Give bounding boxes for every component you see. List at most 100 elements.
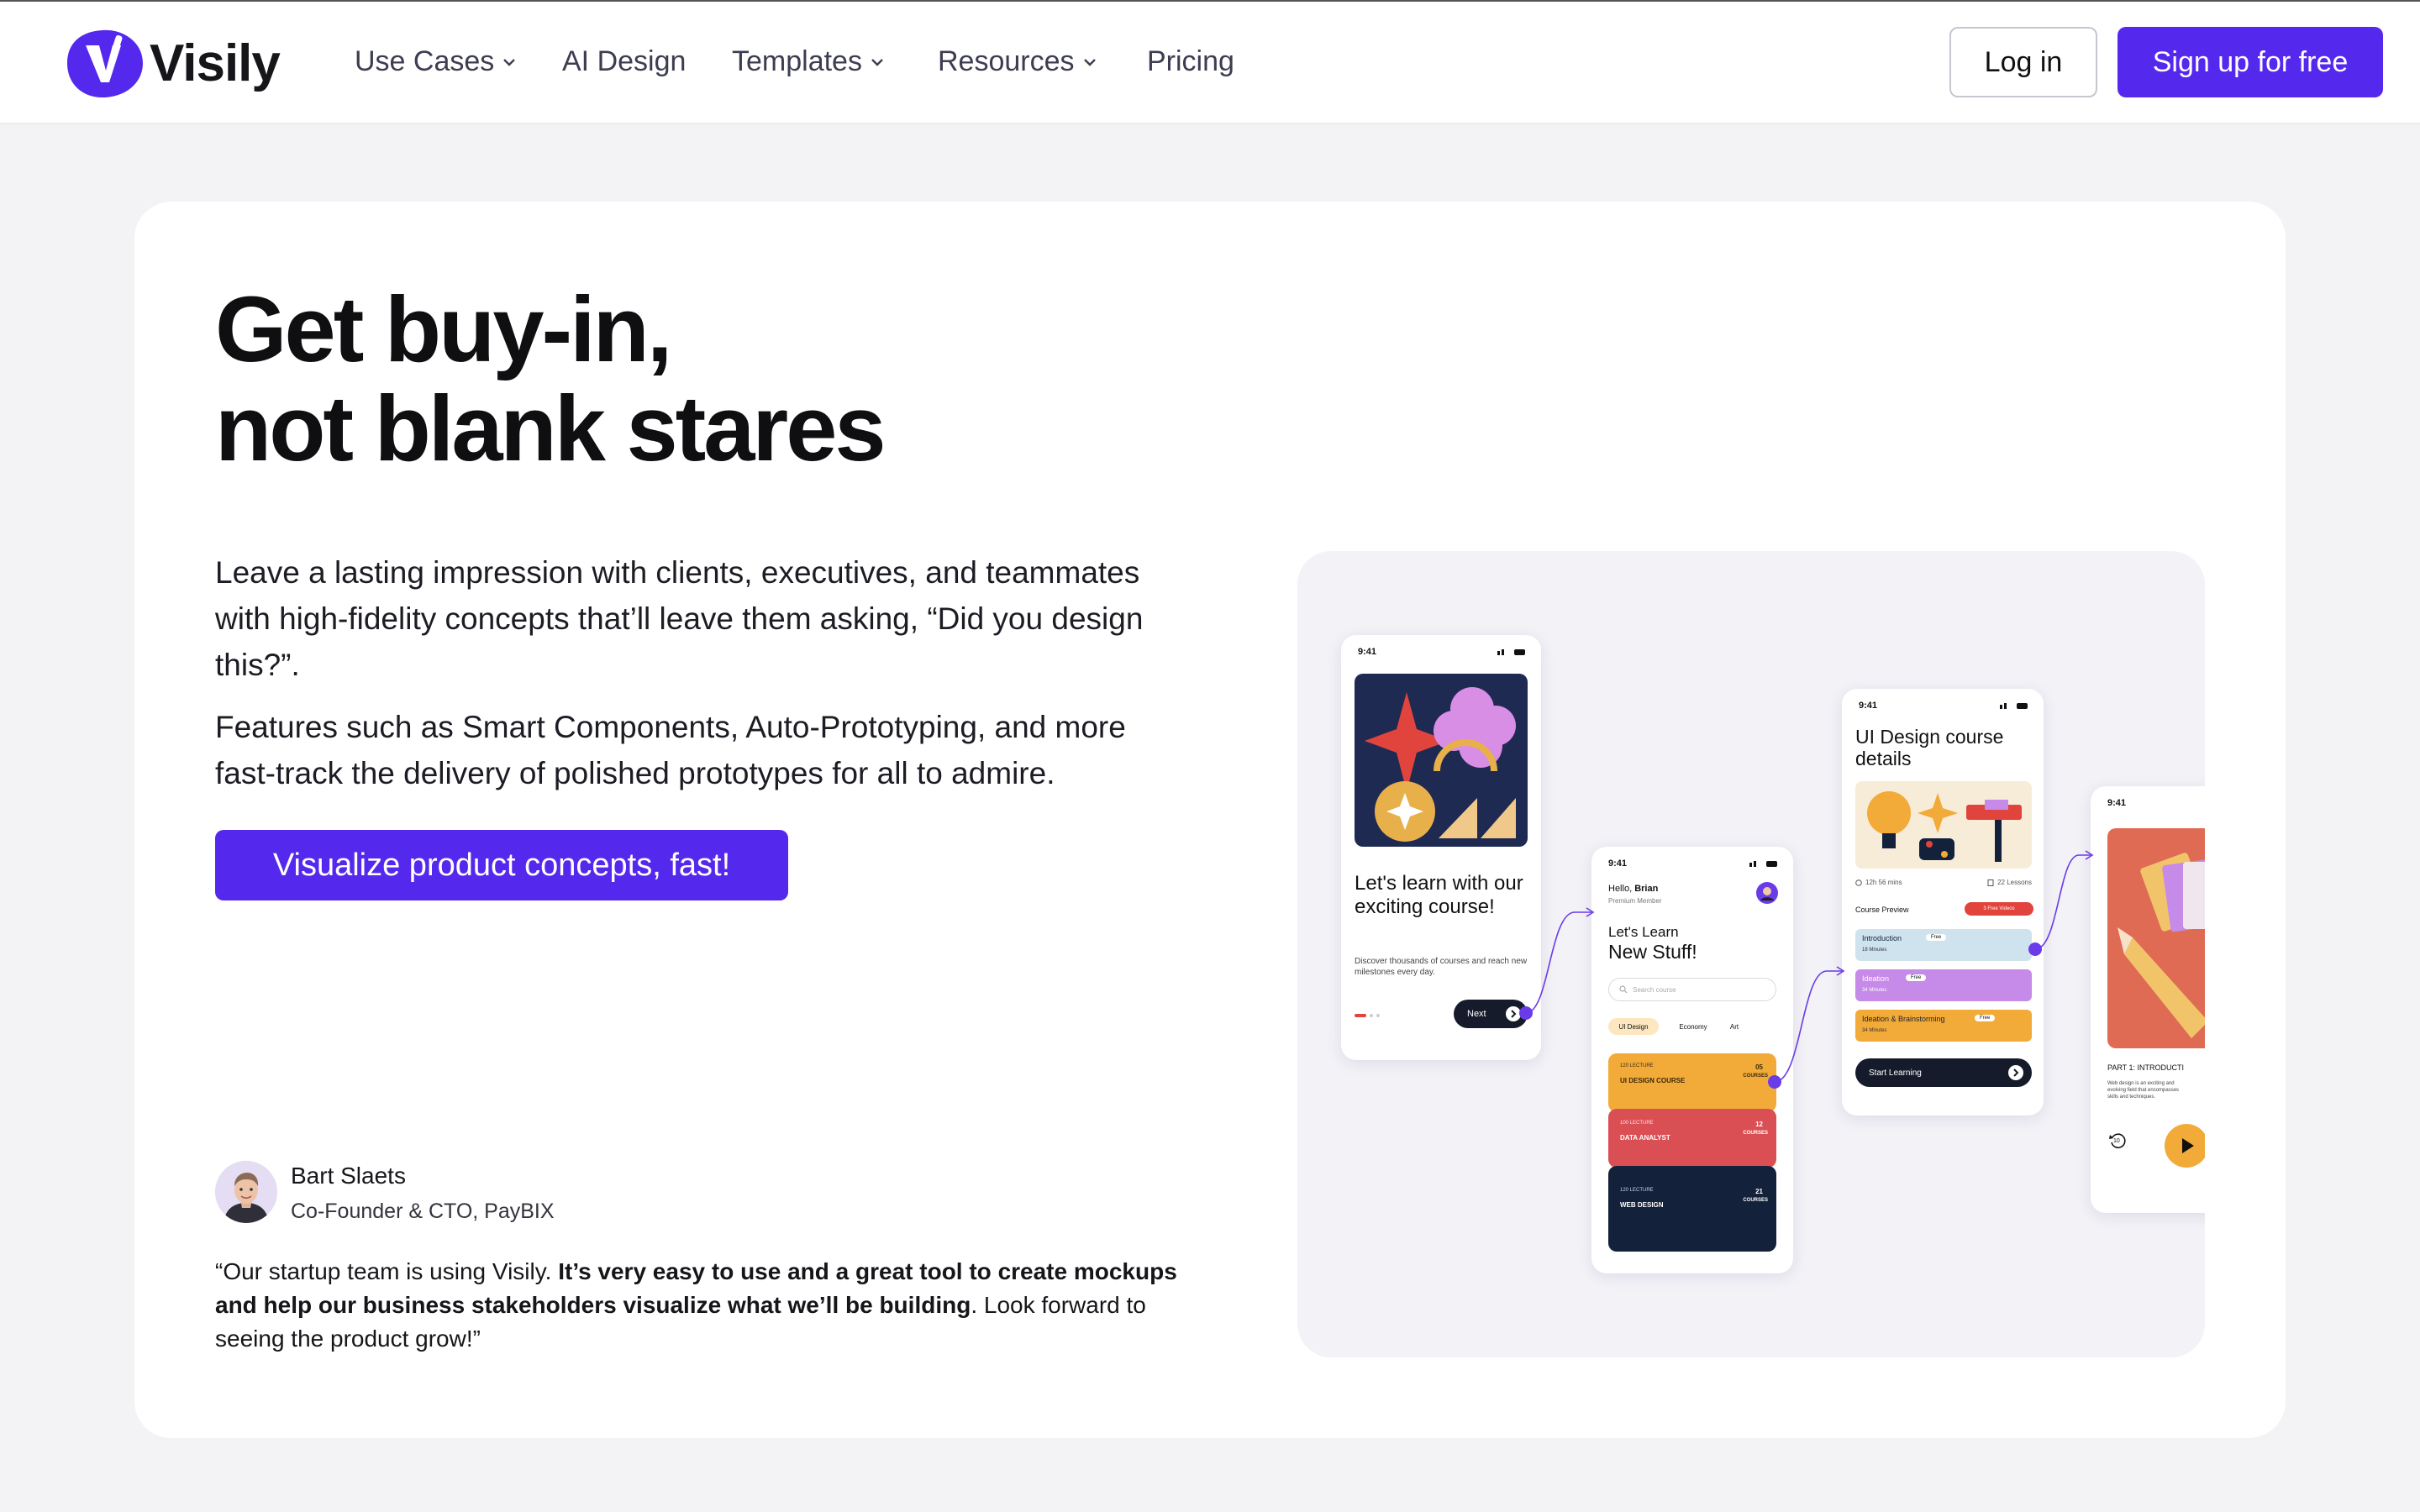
search-icon: [1619, 985, 1628, 994]
chevron-down-icon: [1083, 58, 1096, 66]
chip-art[interactable]: Art: [1718, 1018, 1751, 1035]
course-count: 21: [1755, 1188, 1763, 1195]
course-preview-label: Course Preview: [1855, 906, 1909, 914]
phone-time: 9:41: [1859, 701, 1878, 711]
testimonial-author-role: Co-Founder & CTO, PayBIX: [291, 1200, 555, 1223]
onboarding-title: Let's learn with our exciting course!: [1355, 872, 1523, 918]
course-count: 05: [1755, 1063, 1763, 1071]
search-placeholder: Search course: [1633, 985, 1676, 994]
brand-logo[interactable]: Visily: [66, 27, 281, 99]
profile-avatar-icon: [1756, 882, 1778, 904]
course-lecture: 120 LECTURE: [1620, 1063, 1654, 1068]
status-bar-icon: [2000, 703, 2028, 709]
nav-resources-label: Resources: [938, 45, 1075, 77]
duration-text: 12h 56 mins: [1865, 879, 1902, 886]
visualize-cta-button[interactable]: Visualize product concepts, fast!: [215, 830, 788, 900]
onboarding-next-button[interactable]: Next: [1454, 1000, 1528, 1028]
phone-time: 9:41: [1608, 858, 1628, 869]
testimonial-quote: “Our startup team is using Visily. It’s …: [215, 1255, 1190, 1356]
avatar: [215, 1161, 277, 1223]
free-videos-badge: 3 Free Videos: [1965, 902, 2033, 916]
nav-use-cases-label: Use Cases: [355, 45, 495, 77]
phone-time: 9:41: [2107, 798, 2127, 808]
course-name: UI DESIGN COURSE: [1620, 1077, 1686, 1084]
status-bar-icon: [1497, 649, 1525, 655]
rewind-seconds: 10: [2113, 1138, 2120, 1144]
visily-logo-icon: [67, 29, 143, 97]
membership-label: Premium Member: [1608, 897, 1662, 905]
course-count: 12: [1755, 1121, 1763, 1128]
course-card-ui-design[interactable]: 120 LECTURE UI DESIGN COURSE 05 COURSES: [1608, 1053, 1776, 1112]
heading-big: New Stuff!: [1608, 941, 1697, 963]
pencil-palette-illustration-icon: [2107, 828, 2205, 1048]
lesson-badge: Free: [1926, 934, 1947, 941]
phone-home-screen: 9:41 Hello, Brian Premium Member Let's L…: [1591, 847, 1793, 1273]
course-name: WEB DESIGN: [1620, 1201, 1664, 1209]
course-count-label: COURSES: [1743, 1198, 1768, 1203]
lightbulb-illustration-icon: [1855, 781, 2032, 869]
login-button[interactable]: Log in: [1949, 27, 2097, 97]
course-lecture: 100 LECTURE: [1620, 1121, 1654, 1126]
hero-title: Get buy-in, not blank stares: [215, 281, 1223, 479]
lesson-row[interactable]: Introduction Free 18 Minutes: [1855, 929, 2032, 961]
lesson-row[interactable]: Ideation Free 34 Minutes: [1855, 969, 2032, 1001]
lesson-part-title: PART 1: INTRODUCTI: [2107, 1063, 2185, 1072]
lesson-minutes: 34 Minutes: [1862, 1028, 1887, 1033]
arrow-right-icon: [1506, 1006, 1521, 1021]
lesson-title: Ideation: [1862, 974, 1890, 983]
status-bar-icon: [1749, 861, 1777, 867]
lesson-minutes: 18 Minutes: [1862, 948, 1887, 953]
chip-ui-design[interactable]: UI Design: [1608, 1018, 1659, 1035]
signup-button[interactable]: Sign up for free: [2118, 27, 2383, 97]
testimonial-author-name: Bart Slaets: [291, 1163, 406, 1189]
nav-ai-design[interactable]: AI Design: [562, 45, 686, 78]
course-duration: 12h 56 mins: [1855, 879, 1902, 886]
lesson-description: Web design is an exciting and evolving f…: [2107, 1081, 2180, 1100]
nav-templates-label: Templates: [732, 45, 862, 77]
course-lecture: 120 LECTURE: [1620, 1188, 1654, 1193]
course-details-title: UI Design course details: [1855, 726, 2004, 769]
prototype-showcase: 9:41 Let's learn with our exciting cours…: [1297, 551, 2205, 1357]
nav-use-cases[interactable]: Use Cases: [355, 45, 518, 78]
phone-lesson-player-screen: 9:41 PART 1: INTRODUCTI Web design is an…: [2091, 786, 2205, 1213]
pager-dots-icon: [1355, 1014, 1380, 1017]
course-count-label: COURSES: [1743, 1131, 1768, 1136]
clock-icon: [1855, 879, 1862, 886]
play-button[interactable]: [2165, 1124, 2205, 1168]
hero-paragraph-1: Leave a lasting impression with clients,…: [215, 555, 1144, 682]
lesson-row[interactable]: Ideation & Brainstorming Free 34 Minutes: [1855, 1010, 2032, 1042]
hero-title-line2: not blank stares: [215, 377, 886, 480]
person-avatar-icon: [215, 1161, 277, 1223]
nav-resources[interactable]: Resources: [938, 45, 1098, 78]
arrow-right-icon: [2008, 1065, 2023, 1080]
greeting-name: Brian: [1634, 884, 1659, 894]
start-learning-label: Start Learning: [1869, 1068, 1922, 1078]
chip-economy[interactable]: Economy: [1672, 1018, 1714, 1035]
hero-title-line1: Get buy-in,: [215, 278, 672, 381]
lesson-title: Ideation & Brainstorming: [1862, 1015, 1945, 1023]
lesson-minutes: 34 Minutes: [1862, 988, 1887, 993]
greeting-prefix: Hello,: [1608, 884, 1635, 894]
course-name: DATA ANALYST: [1620, 1134, 1670, 1142]
nav-ai-design-label: AI Design: [562, 45, 687, 77]
rewind-button[interactable]: 10: [2107, 1131, 2128, 1151]
course-card-data-analyst[interactable]: 100 LECTURE DATA ANALYST 12 COURSES: [1608, 1109, 1776, 1168]
heading-small: Let's Learn: [1608, 924, 1679, 940]
hero-paragraph-2: Features such as Smart Components, Auto-…: [215, 710, 1126, 790]
phone-course-details-screen: 9:41 UI Design course details 12h 56 min…: [1842, 689, 2044, 1116]
greeting: Hello, Brian: [1608, 884, 1658, 894]
lesson-title: Introduction: [1862, 934, 1902, 942]
start-learning-button[interactable]: Start Learning: [1855, 1058, 2032, 1087]
lessons-text: 22 Lessons: [1997, 879, 2032, 886]
lesson-badge: Free: [1975, 1015, 1996, 1021]
chevron-down-icon: [503, 58, 516, 66]
next-label: Next: [1467, 1009, 1486, 1019]
chevron-down-icon: [871, 58, 883, 66]
nav-pricing[interactable]: Pricing: [1147, 45, 1234, 78]
brand-name: Visily: [150, 34, 281, 92]
course-illustration-icon: [1355, 674, 1528, 847]
nav-pricing-label: Pricing: [1147, 45, 1234, 77]
course-card-web-design[interactable]: 120 LECTURE WEB DESIGN 21 COURSES: [1608, 1166, 1776, 1252]
nav-templates[interactable]: Templates: [732, 45, 886, 78]
course-search-input[interactable]: Search course: [1608, 978, 1776, 1001]
